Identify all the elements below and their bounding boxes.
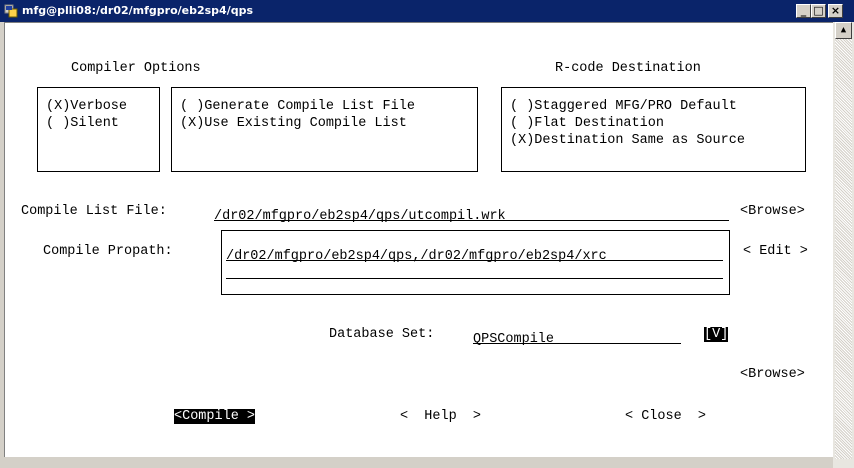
compile-list-browse-button[interactable]: <Browse> <box>740 204 805 219</box>
maximize-button[interactable]: □ <box>811 4 826 18</box>
terminal-content: Compiler Options R-code Destination (X)V… <box>4 22 833 457</box>
silent-radio[interactable]: ( )Silent <box>46 116 119 131</box>
compile-list-file-value: /dr02/mfgpro/eb2sp4/qps/utcompil.wrk <box>214 209 506 224</box>
database-set-label: Database Set: <box>329 327 435 342</box>
propath-line-2[interactable] <box>226 262 723 279</box>
title-bar: mfg@plli08:/dr02/mfgpro/eb2sp4/qps _ □ × <box>0 0 854 22</box>
close-button[interactable]: × <box>828 4 843 18</box>
compile-list-mode-box: ( )Generate Compile List File (X)Use Exi… <box>171 87 478 172</box>
propath-edit-button[interactable]: < Edit > <box>743 244 808 259</box>
database-set-lookup-button[interactable]: [V] <box>704 327 729 342</box>
close-dialog-button[interactable]: < Close > <box>625 409 706 424</box>
same-as-source-radio[interactable]: (X)Destination Same as Source <box>510 133 745 148</box>
terminal-icon <box>4 4 18 18</box>
propath-line-1[interactable]: /dr02/mfgpro/eb2sp4/qps,/dr02/mfgpro/eb2… <box>226 244 723 264</box>
database-set-input[interactable]: QPSCompile <box>473 327 681 347</box>
compile-propath-label: Compile Propath: <box>43 244 173 259</box>
verbosity-box: (X)Verbose ( )Silent <box>37 87 160 172</box>
scroll-up-arrow-icon[interactable]: ▲ <box>835 22 852 39</box>
window-frame-bottom <box>0 457 854 468</box>
rcode-destination-heading: R-code Destination <box>555 61 701 76</box>
vertical-scrollbar[interactable]: ▲ <box>833 22 854 468</box>
compile-button[interactable]: <Compile > <box>174 409 256 424</box>
staggered-radio[interactable]: ( )Staggered MFG/PRO Default <box>510 99 737 114</box>
database-set-value: QPSCompile <box>473 332 555 347</box>
flat-destination-radio[interactable]: ( )Flat Destination <box>510 116 664 131</box>
scroll-track[interactable] <box>835 39 852 459</box>
help-button[interactable]: < Help > <box>400 409 481 424</box>
compile-list-file-input[interactable]: /dr02/mfgpro/eb2sp4/qps/utcompil.wrk <box>214 204 729 224</box>
compile-propath-editor[interactable]: /dr02/mfgpro/eb2sp4/qps,/dr02/mfgpro/eb2… <box>221 230 730 295</box>
compiler-options-heading: Compiler Options <box>71 61 201 76</box>
generate-compile-list-radio[interactable]: ( )Generate Compile List File <box>180 99 415 114</box>
minimize-button[interactable]: _ <box>796 4 811 18</box>
window-title: mfg@plli08:/dr02/mfgpro/eb2sp4/qps <box>22 4 254 17</box>
rcode-destination-box: ( )Staggered MFG/PRO Default ( )Flat Des… <box>501 87 806 172</box>
database-browse-button[interactable]: <Browse> <box>740 367 805 382</box>
compile-list-file-label: Compile List File: <box>21 204 167 219</box>
verbose-radio[interactable]: (X)Verbose <box>46 99 127 114</box>
use-existing-compile-list-radio[interactable]: (X)Use Existing Compile List <box>180 116 407 131</box>
